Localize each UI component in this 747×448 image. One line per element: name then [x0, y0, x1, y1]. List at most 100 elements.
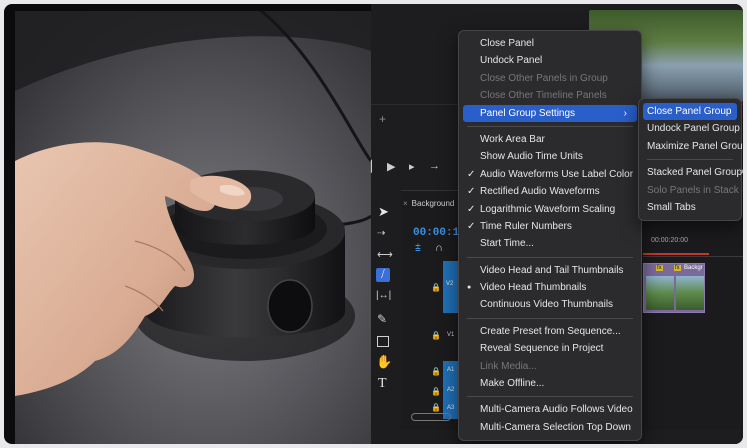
jog-dial-photo [15, 11, 371, 444]
track-v2-lock-icon[interactable]: 🔒 [431, 283, 441, 292]
type-icon[interactable]: T [378, 376, 387, 392]
menu-item-link-media: Link Media... [459, 358, 641, 375]
clip-thumbnail [646, 276, 674, 310]
product-photo [15, 11, 371, 444]
go-to-out-icon[interactable]: → [429, 160, 440, 172]
zoom-scrollbar[interactable] [411, 413, 451, 421]
work-area-bar[interactable] [643, 253, 709, 255]
track-a2-label: A2 [447, 387, 455, 393]
submenu-item-small-tabs[interactable]: Small Tabs [639, 199, 741, 216]
menu-item-create-preset-from-sequence[interactable]: Create Preset from Sequence... [459, 323, 641, 340]
menu-item-label: Reveal Sequence in Project [480, 343, 604, 355]
menu-separator [467, 396, 633, 398]
timeline-tab[interactable]: × Background [403, 199, 454, 208]
submenu-item-maximize-panel-group[interactable]: Maximize Panel Group [639, 138, 743, 155]
menu-item-make-offline[interactable]: Make Offline... [459, 375, 641, 392]
menu-item-logarithmic-waveform-scaling[interactable]: ✓ Logarithmic Waveform Scaling [459, 201, 641, 218]
menu-item-continuous-video-thumbnails[interactable]: Continuous Video Thumbnails [459, 296, 641, 313]
menu-item-label: Close Other Timeline Panels [480, 90, 607, 102]
menu-item-video-head-thumbnails[interactable]: ● Video Head Thumbnails [459, 279, 641, 296]
submenu-item-close-panel-group[interactable]: Close Panel Group [643, 103, 737, 121]
radio-dot-icon: ● [467, 284, 472, 292]
track-a2-lock-icon[interactable]: 🔒 [431, 387, 441, 396]
menu-item-label: Audio Waveforms Use Label Color [480, 168, 634, 180]
menu-item-multi-camera-audio-follows-video[interactable]: Multi-Camera Audio Follows Video [459, 401, 641, 418]
submenu-item-stacked-panel-group[interactable]: Stacked Panel Group [639, 164, 742, 181]
menu-item-show-audio-time-units[interactable]: Show Audio Time Units [459, 148, 641, 165]
track-select-icon[interactable]: ⇢ [377, 228, 385, 239]
step-forward-icon[interactable]: ▸ [409, 160, 415, 173]
track-a1-lock-icon[interactable]: 🔒 [431, 367, 441, 376]
menu-item-close-other-panels-in-group: Close Other Panels in Group [459, 70, 641, 87]
menu-item-label: Show Audio Time Units [480, 151, 583, 163]
hand-icon[interactable]: ✋ [376, 354, 392, 370]
ripple-edit-icon[interactable]: ⟷ [377, 248, 393, 261]
step-back-icon[interactable]: ▏ [371, 160, 379, 173]
submenu-chevron-icon: › [623, 107, 627, 119]
menu-item-label: Close Other Panels in Group [480, 72, 608, 84]
menu-item-label: Create Preset from Sequence... [480, 325, 621, 337]
pen-icon[interactable]: ✎ [377, 312, 387, 326]
checkmark-icon: ✓ [467, 186, 476, 198]
magnet-icon[interactable]: ∩ [435, 242, 443, 254]
submenu-item-label: Maximize Panel Group [647, 140, 743, 152]
menu-item-start-time[interactable]: Start Time... [459, 235, 641, 252]
clip-fx-badge-2[interactable]: fx [674, 265, 681, 271]
track-v1-lock-icon[interactable]: 🔒 [431, 331, 441, 340]
time-ruler[interactable]: 00:00:20:00 0 [643, 231, 743, 257]
clip-fx-badge[interactable]: fx [656, 265, 663, 271]
menu-item-undock-panel[interactable]: Undock Panel [459, 52, 641, 69]
submenu-item-undock-panel-group[interactable]: Undock Panel Group [639, 120, 741, 137]
timeline-tab-label: Background [411, 199, 455, 208]
track-a1-label: A1 [447, 367, 455, 373]
ruler-time-label: 00:00:20:00 [651, 237, 688, 244]
menu-item-label: Close Panel [480, 38, 534, 49]
snap-icon[interactable]: ⩲ [415, 243, 421, 254]
clip-thumbnail-2 [676, 276, 704, 310]
track-v2-target[interactable]: V2 [443, 261, 459, 313]
submenu-item-label: Small Tabs [647, 201, 696, 213]
menu-item-label: Rectified Audio Waveforms [480, 186, 600, 198]
submenu-separator [647, 159, 733, 161]
menu-item-reveal-sequence-in-project[interactable]: Reveal Sequence in Project [459, 340, 641, 357]
track-v1-label: V1 [447, 332, 455, 338]
marker-icon[interactable]: + [379, 112, 386, 126]
menu-item-audio-waveforms-use-label-color[interactable]: ✓ Audio Waveforms Use Label Color [459, 166, 641, 183]
tools-panel: ➤ ⇢ ⟷ ⧸ |↔| ✎ ✋ T [371, 190, 399, 400]
slip-icon[interactable]: |↔| [376, 290, 391, 301]
menu-separator [467, 125, 633, 127]
rectangle-icon[interactable] [377, 336, 389, 347]
tab-close-icon[interactable]: × [403, 199, 408, 208]
submenu-item-label: Close Panel Group [647, 106, 732, 117]
context-menu: Close Panel Undock Panel Close Other Panel… [458, 30, 642, 442]
track-v2-label: V2 [446, 281, 454, 287]
menu-item-label: Time Ruler Numbers [480, 220, 572, 232]
menu-item-time-ruler-numbers[interactable]: ✓ Time Ruler Numbers [459, 218, 641, 235]
screen-frame: ▏ ▶ ▸ → + ▸ ➤ ⇢ ⟷ ⧸ |↔| ✎ ✋ T ×Backgroun… [4, 4, 743, 444]
video-clip[interactable]: fx fx Backgr [643, 263, 705, 313]
menu-item-work-area-bar[interactable]: Work Area Bar [459, 131, 641, 148]
selection-tool-icon[interactable]: ➤ [378, 204, 389, 220]
menu-item-label: Multi-Camera Audio Follows Video [480, 404, 633, 416]
clip-label: Backgr [684, 265, 703, 271]
razor-icon[interactable]: ⧸ [376, 268, 390, 282]
menu-item-close-panel[interactable]: Close Panel [459, 35, 641, 52]
menu-item-rectified-audio-waveforms[interactable]: ✓ Rectified Audio Waveforms [459, 183, 641, 200]
menu-item-panel-group-settings[interactable]: Panel Group Settings › [463, 104, 637, 122]
menu-item-video-head-and-tail-thumbnails[interactable]: Video Head and Tail Thumbnails [459, 262, 641, 279]
menu-item-label: Logarithmic Waveform Scaling [480, 203, 616, 215]
menu-separator [467, 317, 633, 319]
menu-item-close-other-timeline-panels: Close Other Timeline Panels [459, 87, 641, 104]
checkmark-icon: ✓ [467, 203, 476, 215]
menu-item-label: Work Area Bar [480, 133, 545, 145]
menu-item-label: Link Media... [480, 360, 537, 372]
play-icon[interactable]: ▶ [387, 160, 395, 173]
menu-item-label: Continuous Video Thumbnails [480, 299, 614, 311]
menu-item-label: Undock Panel [480, 55, 543, 67]
menu-separator [467, 256, 633, 258]
menu-item-multi-camera-selection-top-down[interactable]: Multi-Camera Selection Top Down [459, 419, 641, 436]
track-a3-lock-icon[interactable]: 🔒 [431, 403, 441, 412]
submenu-item-label: Solo Panels in Stack [647, 184, 739, 196]
menu-item-label: Video Head and Tail Thumbnails [480, 264, 624, 276]
menu-item-label: Start Time... [480, 238, 534, 250]
